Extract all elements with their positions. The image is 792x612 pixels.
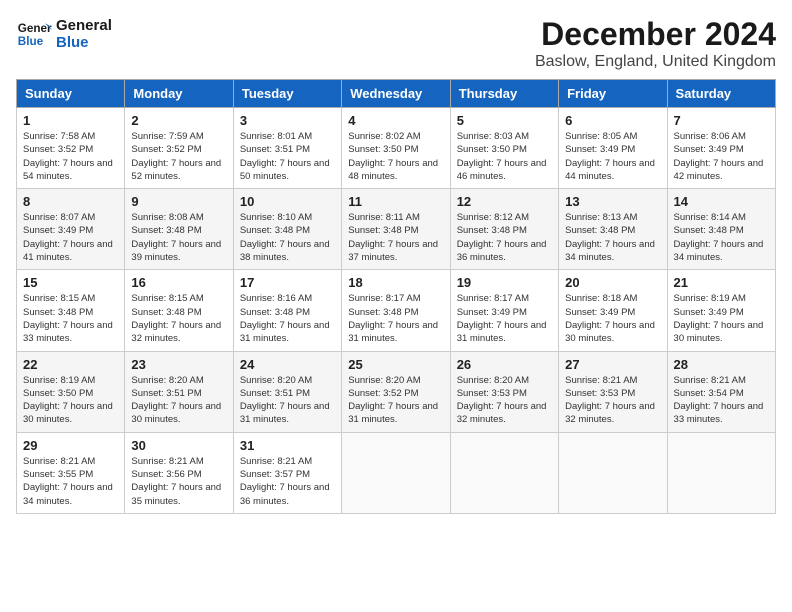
table-row: 3Sunrise: 8:01 AMSunset: 3:51 PMDaylight… — [233, 108, 341, 189]
header: General Blue General Blue December 2024 … — [16, 16, 776, 71]
table-row — [342, 432, 450, 513]
calendar-week-5: 29Sunrise: 8:21 AMSunset: 3:55 PMDayligh… — [17, 432, 776, 513]
calendar-body: 1Sunrise: 7:58 AMSunset: 3:52 PMDaylight… — [17, 108, 776, 514]
logo: General Blue General Blue — [16, 16, 112, 52]
calendar-header-row: Sunday Monday Tuesday Wednesday Thursday… — [17, 80, 776, 108]
table-row: 6Sunrise: 8:05 AMSunset: 3:49 PMDaylight… — [559, 108, 667, 189]
logo-general: General — [56, 17, 112, 34]
table-row: 19Sunrise: 8:17 AMSunset: 3:49 PMDayligh… — [450, 270, 558, 351]
table-row: 26Sunrise: 8:20 AMSunset: 3:53 PMDayligh… — [450, 351, 558, 432]
table-row: 29Sunrise: 8:21 AMSunset: 3:55 PMDayligh… — [17, 432, 125, 513]
table-row: 7Sunrise: 8:06 AMSunset: 3:49 PMDaylight… — [667, 108, 775, 189]
table-row: 16Sunrise: 8:15 AMSunset: 3:48 PMDayligh… — [125, 270, 233, 351]
table-row: 20Sunrise: 8:18 AMSunset: 3:49 PMDayligh… — [559, 270, 667, 351]
table-row: 22Sunrise: 8:19 AMSunset: 3:50 PMDayligh… — [17, 351, 125, 432]
table-row: 14Sunrise: 8:14 AMSunset: 3:48 PMDayligh… — [667, 189, 775, 270]
table-row: 8Sunrise: 8:07 AMSunset: 3:49 PMDaylight… — [17, 189, 125, 270]
table-row: 2Sunrise: 7:59 AMSunset: 3:52 PMDaylight… — [125, 108, 233, 189]
col-sunday: Sunday — [17, 80, 125, 108]
table-row: 28Sunrise: 8:21 AMSunset: 3:54 PMDayligh… — [667, 351, 775, 432]
col-friday: Friday — [559, 80, 667, 108]
table-row: 31Sunrise: 8:21 AMSunset: 3:57 PMDayligh… — [233, 432, 341, 513]
col-monday: Monday — [125, 80, 233, 108]
table-row: 24Sunrise: 8:20 AMSunset: 3:51 PMDayligh… — [233, 351, 341, 432]
table-row — [559, 432, 667, 513]
table-row: 30Sunrise: 8:21 AMSunset: 3:56 PMDayligh… — [125, 432, 233, 513]
calendar-week-4: 22Sunrise: 8:19 AMSunset: 3:50 PMDayligh… — [17, 351, 776, 432]
table-row: 23Sunrise: 8:20 AMSunset: 3:51 PMDayligh… — [125, 351, 233, 432]
location-title: Baslow, England, United Kingdom — [535, 53, 776, 71]
table-row — [450, 432, 558, 513]
table-row: 27Sunrise: 8:21 AMSunset: 3:53 PMDayligh… — [559, 351, 667, 432]
table-row: 25Sunrise: 8:20 AMSunset: 3:52 PMDayligh… — [342, 351, 450, 432]
calendar-week-3: 15Sunrise: 8:15 AMSunset: 3:48 PMDayligh… — [17, 270, 776, 351]
table-row: 4Sunrise: 8:02 AMSunset: 3:50 PMDaylight… — [342, 108, 450, 189]
logo-icon: General Blue — [16, 16, 52, 52]
table-row: 10Sunrise: 8:10 AMSunset: 3:48 PMDayligh… — [233, 189, 341, 270]
table-row: 21Sunrise: 8:19 AMSunset: 3:49 PMDayligh… — [667, 270, 775, 351]
logo-blue: Blue — [56, 34, 112, 51]
table-row: 11Sunrise: 8:11 AMSunset: 3:48 PMDayligh… — [342, 189, 450, 270]
table-row: 12Sunrise: 8:12 AMSunset: 3:48 PMDayligh… — [450, 189, 558, 270]
svg-text:Blue: Blue — [18, 35, 44, 48]
table-row: 15Sunrise: 8:15 AMSunset: 3:48 PMDayligh… — [17, 270, 125, 351]
col-tuesday: Tuesday — [233, 80, 341, 108]
calendar-week-1: 1Sunrise: 7:58 AMSunset: 3:52 PMDaylight… — [17, 108, 776, 189]
cell-dec-1: 1Sunrise: 7:58 AMSunset: 3:52 PMDaylight… — [17, 108, 125, 189]
calendar-table: Sunday Monday Tuesday Wednesday Thursday… — [16, 79, 776, 514]
col-wednesday: Wednesday — [342, 80, 450, 108]
col-saturday: Saturday — [667, 80, 775, 108]
calendar-week-2: 8Sunrise: 8:07 AMSunset: 3:49 PMDaylight… — [17, 189, 776, 270]
col-thursday: Thursday — [450, 80, 558, 108]
table-row: 9Sunrise: 8:08 AMSunset: 3:48 PMDaylight… — [125, 189, 233, 270]
table-row: 13Sunrise: 8:13 AMSunset: 3:48 PMDayligh… — [559, 189, 667, 270]
table-row — [667, 432, 775, 513]
table-row: 17Sunrise: 8:16 AMSunset: 3:48 PMDayligh… — [233, 270, 341, 351]
month-title: December 2024 — [535, 16, 776, 53]
svg-text:General: General — [18, 22, 52, 35]
table-row: 18Sunrise: 8:17 AMSunset: 3:48 PMDayligh… — [342, 270, 450, 351]
title-area: December 2024 Baslow, England, United Ki… — [535, 16, 776, 71]
table-row: 5Sunrise: 8:03 AMSunset: 3:50 PMDaylight… — [450, 108, 558, 189]
